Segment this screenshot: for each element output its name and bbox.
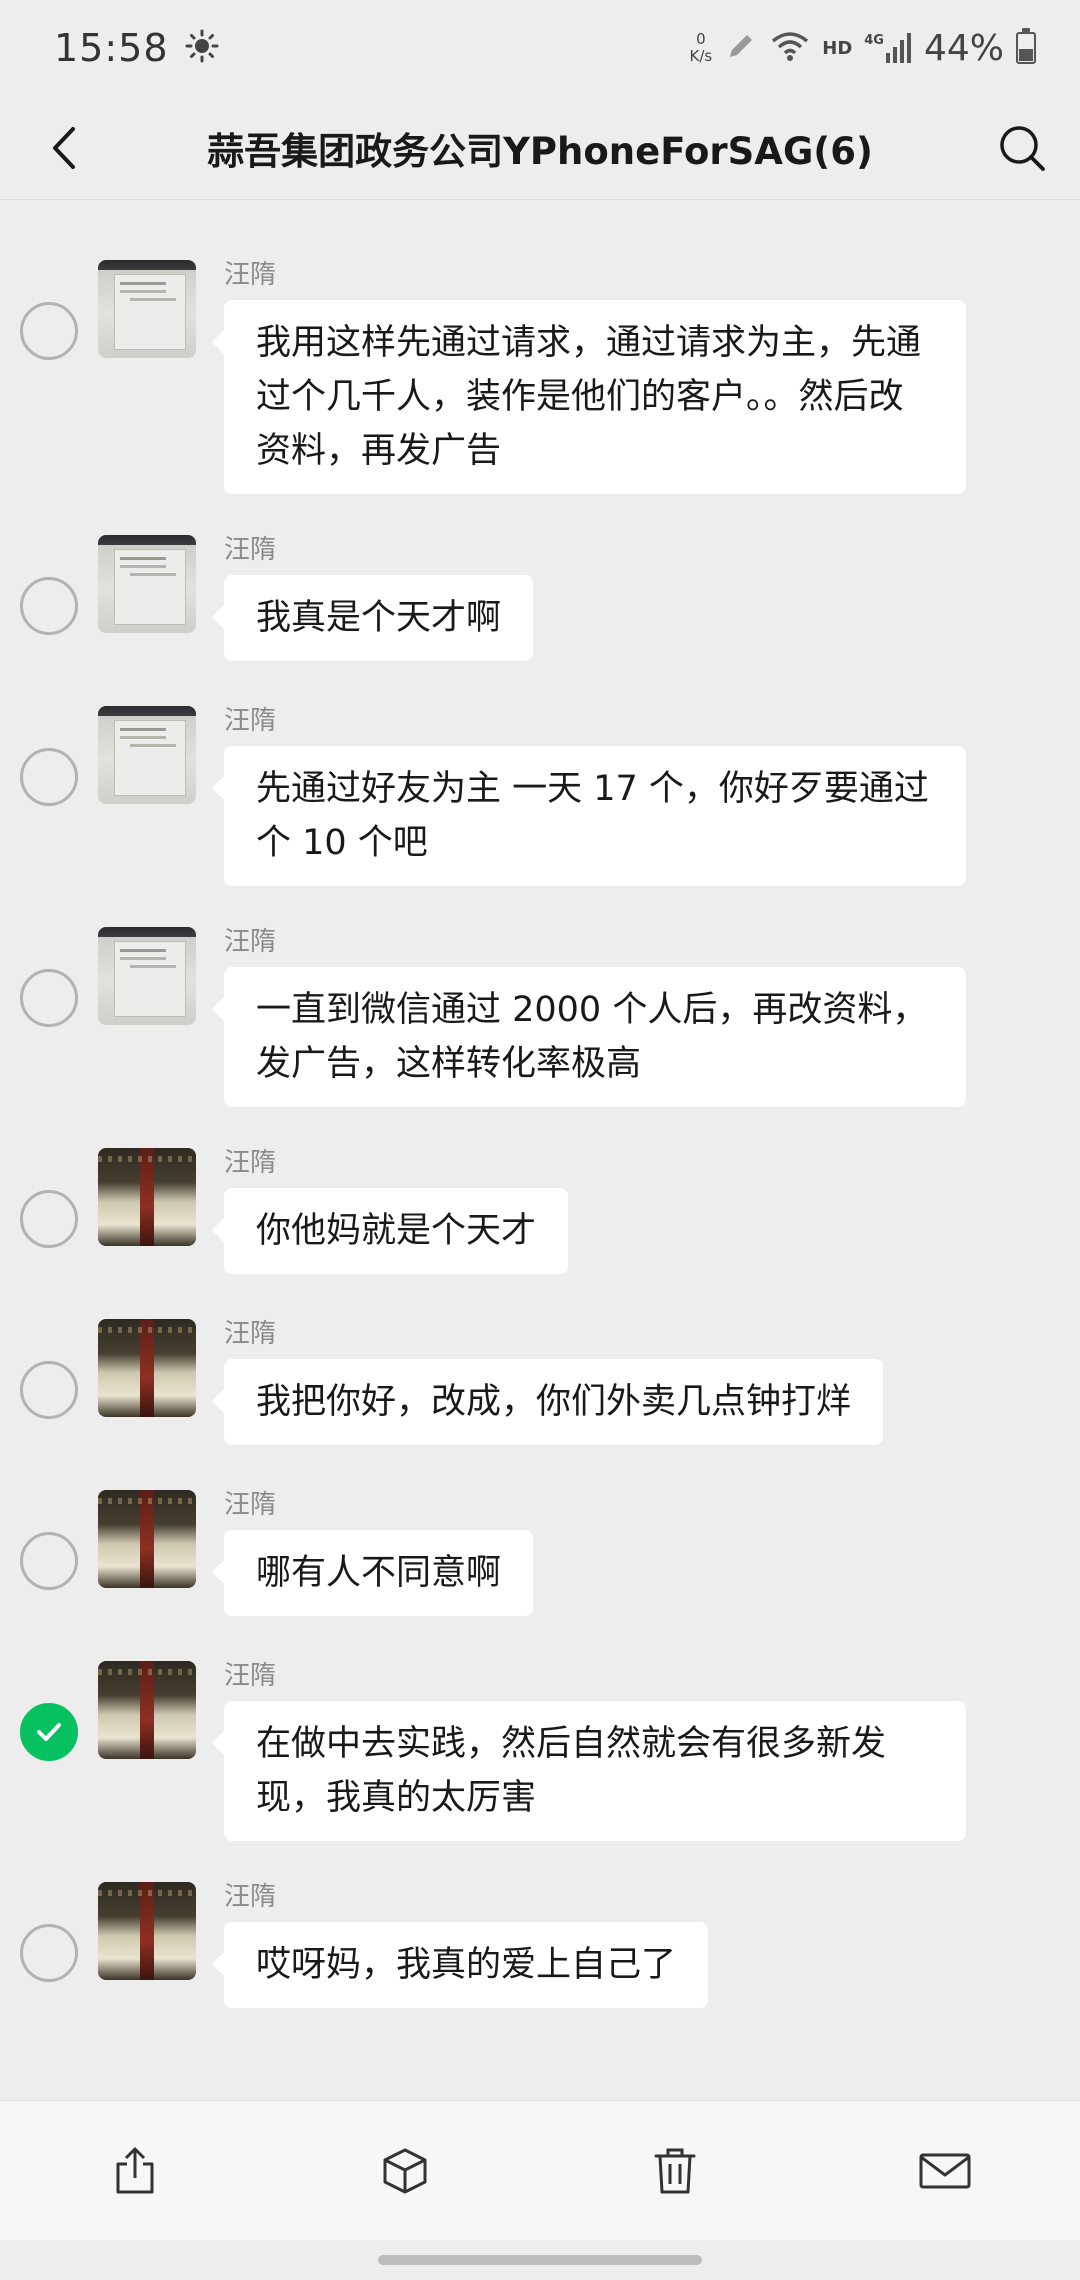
home-indicator[interactable] [378, 2255, 702, 2265]
sender-name: 汪隋 [224, 260, 277, 290]
sender-name: 汪隋 [224, 1490, 277, 1520]
wifi-icon [770, 29, 810, 67]
avatar[interactable] [98, 927, 196, 1025]
avatar[interactable] [98, 1490, 196, 1588]
trash-icon [654, 2148, 696, 2193]
back-arrow-icon [53, 127, 75, 169]
message-row: 汪隋 你他妈就是个天才 [0, 1148, 569, 1274]
battery-level: 44% [923, 27, 1004, 69]
sender-name: 汪隋 [224, 1148, 277, 1178]
box-icon [383, 2148, 427, 2193]
back-button[interactable] [34, 118, 94, 178]
message-bubble[interactable]: 哎呀妈，我真的爱上自己了 [211, 1922, 709, 2008]
message-row: 汪隋 先通过好友为主 一天 17 个，你好歹要通过个 10 个吧 [0, 706, 966, 886]
net-speed: 0 K/s [689, 30, 713, 65]
brightness-icon [185, 29, 219, 67]
select-checkbox[interactable] [20, 1924, 78, 1982]
avatar[interactable] [98, 1661, 196, 1759]
share-icon [116, 2147, 154, 2193]
mail-icon [919, 2153, 971, 2188]
search-icon [1000, 126, 1045, 171]
select-checkbox[interactable] [20, 1190, 78, 1248]
forward-button[interactable] [85, 2121, 185, 2221]
status-bar: 15:58 0 K/s HD 4G 44% [0, 0, 1080, 96]
avatar[interactable] [98, 706, 196, 804]
signal-icon: 4G [864, 33, 912, 63]
avatar[interactable] [98, 1148, 196, 1246]
message-row: 汪隋 我用这样先通过请求，通过请求为主，先通过个几千人，装作是他们的客户。。然后… [0, 260, 966, 494]
select-checkbox[interactable] [20, 577, 78, 635]
message-bubble[interactable]: 你他妈就是个天才 [211, 1188, 569, 1274]
search-button[interactable] [990, 118, 1054, 178]
hd-indicator: HD [822, 37, 853, 59]
message-bubble[interactable]: 我真是个天才啊 [211, 575, 534, 661]
message-row: 汪隋 我真是个天才啊 [0, 535, 534, 661]
battery-icon [1016, 28, 1036, 64]
message-row: 汪隋 在做中去实践，然后自然就会有很多新发现，我真的太厉害 [0, 1661, 966, 1841]
delete-button[interactable] [625, 2121, 725, 2221]
select-checkbox[interactable] [20, 969, 78, 1027]
chat-title: 蒜吾集团政务公司YPhoneForSAG(6) [207, 129, 873, 173]
chat-header: 蒜吾集团政务公司YPhoneForSAG(6) [0, 96, 1080, 200]
select-checkbox[interactable] [20, 1532, 78, 1590]
message-bubble[interactable]: 一直到微信通过 2000 个人后，再改资料，发广告，这样转化率极高 [212, 967, 966, 1107]
message-row: 汪隋 我把你好，改成，你们外卖几点钟打烊 [0, 1319, 884, 1445]
select-checkbox[interactable] [20, 748, 78, 806]
message-bubble[interactable]: 哪有人不同意啊 [211, 1530, 534, 1616]
message-bubble[interactable]: 我用这样先通过请求，通过请求为主，先通过个几千人，装作是他们的客户。。然后改资料… [212, 300, 966, 494]
sender-name: 汪隋 [224, 535, 277, 565]
message-bubble[interactable]: 先通过好友为主 一天 17 个，你好歹要通过个 10 个吧 [212, 746, 966, 886]
pen-icon [724, 29, 758, 67]
checkmark-icon [37, 1723, 61, 1741]
status-time: 15:58 [54, 26, 169, 70]
avatar[interactable] [98, 1319, 196, 1417]
sender-name: 汪隋 [224, 1661, 277, 1691]
message-row: 汪隋 一直到微信通过 2000 个人后，再改资料，发广告，这样转化率极高 [0, 927, 966, 1107]
select-checkbox[interactable] [20, 302, 78, 360]
mail-button[interactable] [895, 2121, 995, 2221]
message-row: 汪隋 哪有人不同意啊 [0, 1490, 534, 1616]
message-bubble[interactable]: 我把你好，改成，你们外卖几点钟打烊 [211, 1359, 884, 1445]
avatar[interactable] [98, 260, 196, 358]
favorite-button[interactable] [355, 2121, 455, 2221]
message-bubble[interactable]: 在做中去实践，然后自然就会有很多新发现，我真的太厉害 [212, 1701, 966, 1841]
message-row: 汪隋 哎呀妈，我真的爱上自己了 [0, 1882, 709, 2008]
avatar[interactable] [98, 535, 196, 633]
sender-name: 汪隋 [224, 1319, 277, 1349]
sender-name: 汪隋 [224, 1882, 277, 1912]
select-checkbox[interactable] [20, 1361, 78, 1419]
select-checkbox-checked[interactable] [20, 1703, 78, 1761]
multi-select-toolbar [0, 2100, 1080, 2240]
sender-name: 汪隋 [224, 706, 277, 736]
sender-name: 汪隋 [224, 927, 277, 957]
avatar[interactable] [98, 1882, 196, 1980]
